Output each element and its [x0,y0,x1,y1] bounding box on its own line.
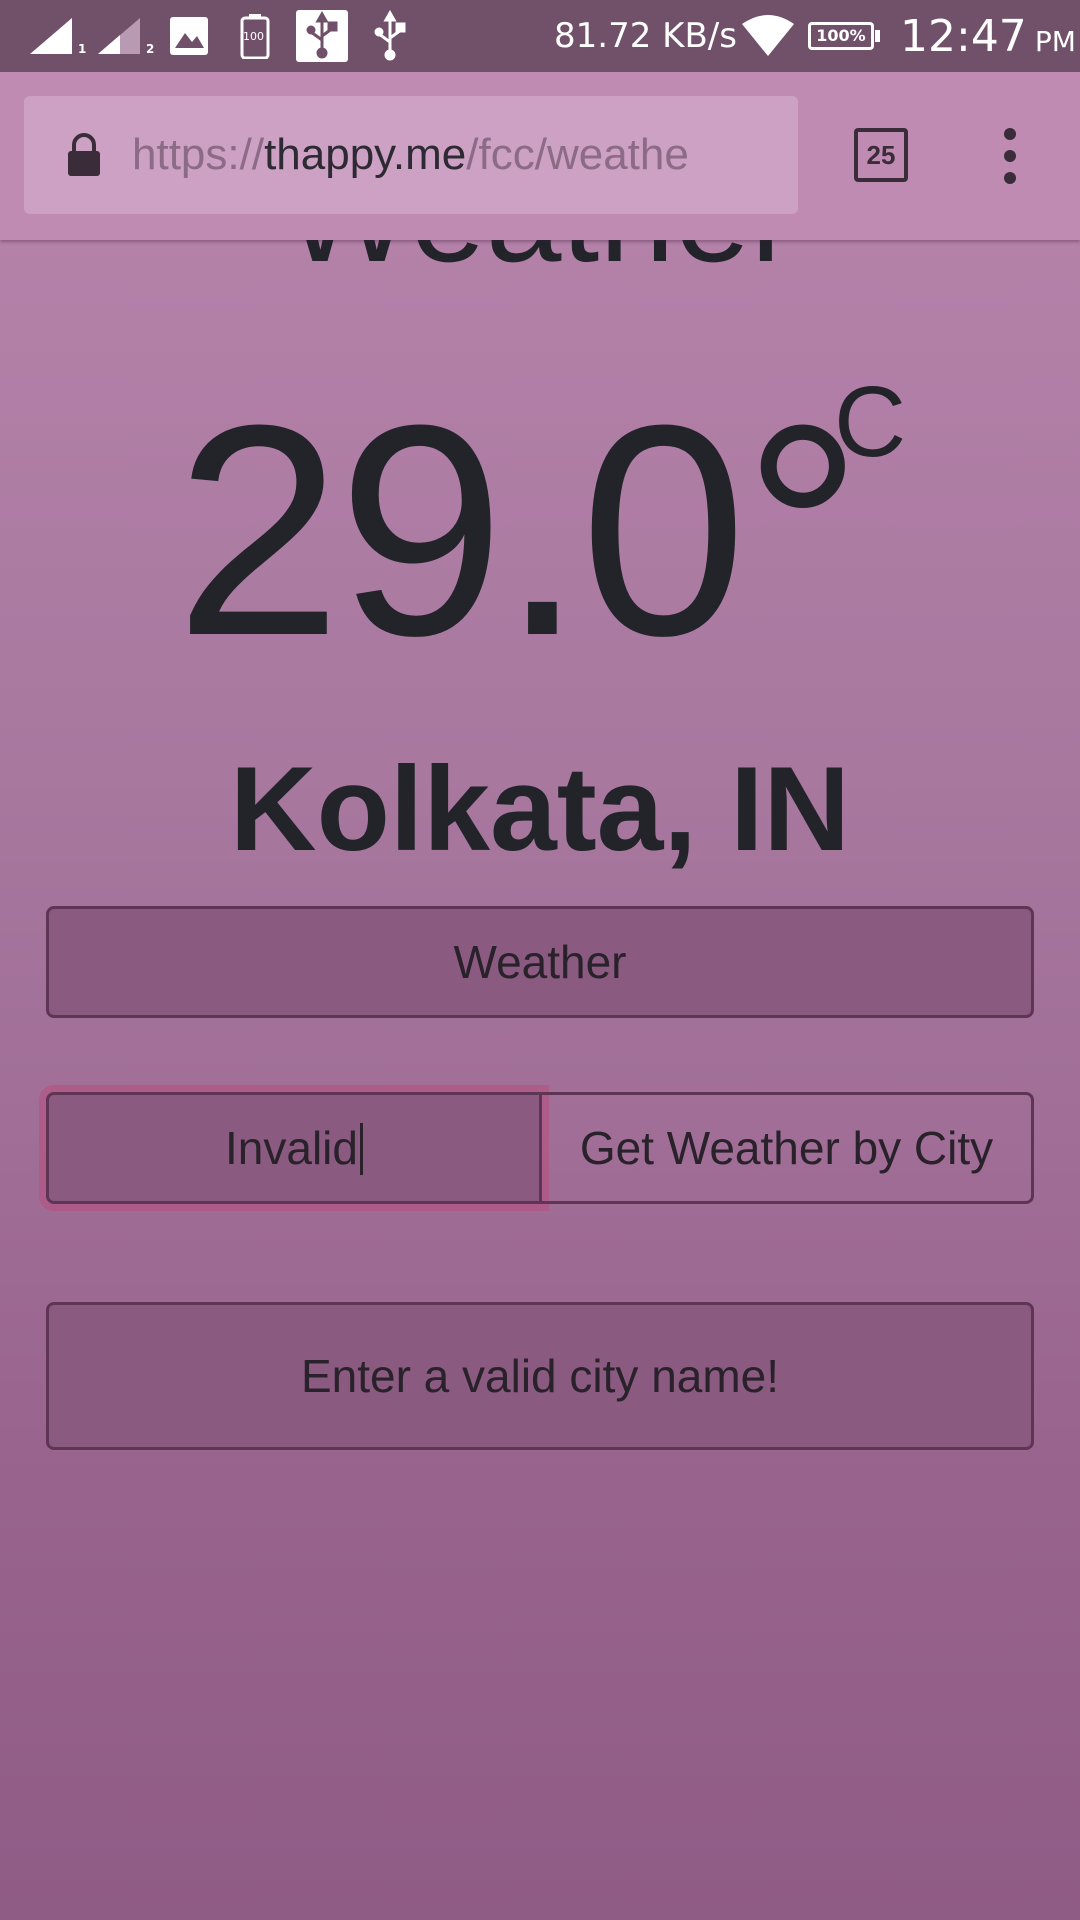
wifi-icon [740,0,796,72]
clock-time: 12:47 [900,10,1027,62]
status-bar: 1 2 100 81.72 KB/s 100% 12:47 PM [0,0,1080,72]
gallery-icon [168,0,210,72]
url-host: thappy.me [264,130,467,179]
weather-button[interactable]: Weather [46,906,1034,1018]
signal-sim1-icon: 1 [28,0,88,72]
signal-sim2-icon: 2 [96,0,156,72]
city-input[interactable]: Invalid [46,1092,542,1204]
sim1-label: 1 [78,42,87,56]
battery-icon: 100% [808,0,880,72]
url-text[interactable]: https://thappy.me/fcc/weathe [132,96,792,214]
usb-icon [296,0,348,72]
tab-count: 25 [866,140,896,170]
city-name: Kolkata, IN [229,742,851,876]
url-path: /fcc/weathe [466,130,689,179]
tabs-icon: 25 [854,128,908,182]
get-weather-by-city-button[interactable]: Get Weather by City [542,1092,1034,1204]
battery-saver-label: 100 [243,30,264,43]
lock-icon [66,132,102,182]
temperature-unit-toggle[interactable]: C [834,372,906,472]
usb-icon [370,0,410,72]
url-bar[interactable]: https://thappy.me/fcc/weathe [24,96,798,214]
network-speed: 81.72 KB/s [554,16,737,56]
city-input-value: Invalid [225,1122,358,1174]
battery-saver-icon: 100 [240,0,270,72]
browser-toolbar: https://thappy.me/fcc/weathe 25 [0,72,1080,240]
temperature-display: 29.0° C [0,362,1080,698]
text-caret [359,1122,363,1175]
city-search-group: Invalid Get Weather by City [46,1092,1034,1204]
clock: 12:47 PM [900,0,1076,72]
sim2-label: 2 [146,42,155,56]
battery-percent: 100% [816,26,866,45]
url-scheme: https:// [132,130,265,179]
tabs-button[interactable]: 25 [854,128,908,182]
temperature-value: 29.0° [175,362,863,698]
more-vert-icon[interactable] [990,124,1030,188]
clock-ampm: PM [1034,24,1076,58]
error-message: Enter a valid city name! [46,1302,1034,1450]
